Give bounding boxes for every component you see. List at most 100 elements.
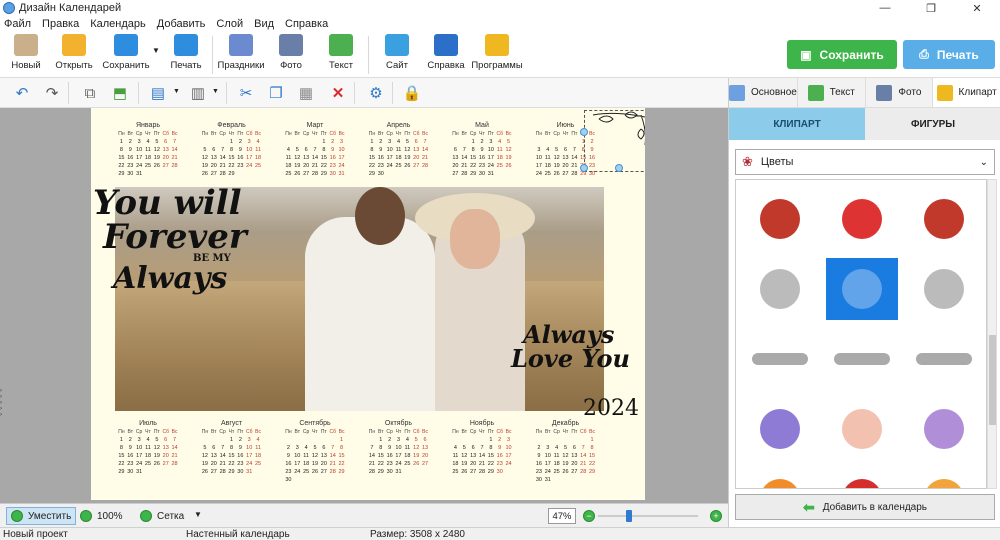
menu-file[interactable]: Файл: [4, 18, 31, 30]
minimize-button[interactable]: —: [862, 0, 908, 16]
menu-layer[interactable]: Слой: [216, 18, 243, 30]
menu-add[interactable]: Добавить: [157, 18, 206, 30]
save-button[interactable]: ▣ Сохранить: [787, 40, 897, 69]
holidays-button[interactable]: Праздники: [218, 34, 265, 74]
grid-dropdown-icon[interactable]: ▼: [194, 510, 202, 519]
resize-handle[interactable]: [615, 164, 623, 172]
weekday-label: Сб: [412, 131, 420, 137]
weekday-label: Пн: [368, 131, 376, 137]
redo-icon[interactable]: ↷: [42, 83, 62, 103]
script-text-always-love-you[interactable]: Always Love You: [511, 323, 641, 371]
day-number: 8: [229, 445, 234, 451]
calendar-canvas[interactable]: Январь Пн Вт Ср Чт Пт Сб Вс 1 2 3 4 5 6 7 8 9 10 11 12 13 14 1…: [91, 108, 645, 500]
clipart-item[interactable]: [744, 398, 816, 460]
clipart-item[interactable]: [826, 188, 898, 250]
clipart-item[interactable]: [908, 258, 980, 320]
clipart-item[interactable]: [826, 258, 898, 320]
day-number: 14: [580, 453, 587, 459]
menu-view[interactable]: Вид: [254, 18, 274, 30]
selected-clipart-frame[interactable]: [584, 110, 645, 172]
script-text-forever[interactable]: You will Forever BE MY Always: [93, 186, 253, 294]
month-days-grid: ПнВтСрЧтПтСбВс12345678910111213141516171…: [117, 429, 179, 475]
month-block: Май Пн Вт Ср Чт Пт Сб Вс 1 2 3 4 5 6 7 8 9 10 11 12 13 14 15 16…: [451, 122, 513, 177]
day-number: 19: [153, 453, 160, 459]
print-toolbar-button[interactable]: Печать: [164, 34, 208, 74]
maximize-button[interactable]: ❐: [908, 0, 954, 16]
clipart-item[interactable]: [744, 468, 816, 488]
day-number: 25: [553, 469, 560, 475]
zoom-input[interactable]: 47%: [548, 508, 576, 524]
collapse-handle-icon[interactable]: › › › › ›: [0, 388, 6, 418]
layer-back-icon[interactable]: ⧉: [80, 83, 100, 103]
clipart-subtabs: КЛИПАРТ ФИГУРЫ: [729, 108, 1000, 140]
lock-icon[interactable]: 🔒: [402, 83, 422, 103]
help-button[interactable]: Справка: [424, 34, 468, 74]
zoom-out-icon[interactable]: −: [583, 510, 595, 522]
menu-edit[interactable]: Правка: [42, 18, 79, 30]
day-number: 4: [256, 437, 260, 443]
layer-front-icon[interactable]: ⬒: [110, 83, 130, 103]
text-button[interactable]: Текст: [319, 34, 363, 74]
day-number: 7: [462, 147, 466, 153]
delete-icon[interactable]: ✕: [328, 83, 348, 103]
menu-calendar[interactable]: Календарь: [90, 18, 146, 30]
category-select[interactable]: ❀ Цветы ⌄: [735, 149, 995, 175]
tab-clipart[interactable]: Клипарт: [933, 78, 1000, 107]
clipart-item[interactable]: [826, 328, 898, 390]
save-dropdown-arrow-icon[interactable]: ▼: [152, 46, 160, 55]
day-number: 6: [423, 437, 427, 443]
align-icon[interactable]: ▤: [148, 83, 168, 103]
programs-button[interactable]: Программы: [471, 34, 523, 74]
day-number: 16: [478, 155, 486, 161]
cut-icon[interactable]: ✂: [236, 83, 256, 103]
zoom-slider-thumb[interactable]: [626, 510, 633, 522]
clipart-item[interactable]: [744, 328, 816, 390]
clipart-item[interactable]: [826, 468, 898, 488]
properties-icon[interactable]: ⚙: [366, 83, 386, 103]
tab-text[interactable]: Текст: [798, 78, 866, 107]
photo-button[interactable]: Фото: [269, 34, 313, 74]
day-number: 26: [201, 469, 208, 475]
gallery-scrollbar[interactable]: [987, 179, 997, 489]
new-button[interactable]: Новый: [4, 34, 48, 74]
open-button[interactable]: Открыть: [52, 34, 96, 74]
day-number: 17: [487, 155, 494, 161]
clipart-item[interactable]: [908, 398, 980, 460]
scrollbar-thumb[interactable]: [989, 335, 996, 425]
resize-handle[interactable]: [580, 164, 588, 172]
clipart-item[interactable]: [908, 468, 980, 488]
fit-button[interactable]: Уместить: [6, 507, 77, 525]
clipart-item[interactable]: [744, 258, 816, 320]
day-number: 15: [368, 155, 375, 161]
day-number: 13: [303, 155, 310, 161]
subtab-clipart[interactable]: КЛИПАРТ: [729, 108, 865, 140]
save-toolbar-button[interactable]: Сохранить: [102, 34, 150, 74]
day-number: 2: [379, 139, 383, 145]
site-button[interactable]: Сайт: [375, 34, 419, 74]
align-dropdown-icon[interactable]: ▼: [173, 88, 180, 95]
clipart-item[interactable]: [826, 398, 898, 460]
zoom-slider-track[interactable]: [598, 515, 698, 517]
paste-icon[interactable]: ▦: [296, 83, 316, 103]
undo-icon[interactable]: ↶: [12, 83, 32, 103]
weekday-label: Чт: [395, 131, 402, 137]
day-number: 2: [128, 437, 132, 443]
copy-icon[interactable]: ❐: [266, 83, 286, 103]
clipart-item[interactable]: [744, 188, 816, 250]
year-label[interactable]: 2024: [583, 396, 639, 421]
add-to-calendar-button[interactable]: ⬅ Добавить в календарь: [735, 494, 995, 520]
zoom-in-icon[interactable]: +: [710, 510, 722, 522]
clipart-item[interactable]: [908, 328, 980, 390]
zoom-100-button[interactable]: 100%: [76, 507, 127, 525]
close-button[interactable]: ✕: [954, 0, 1000, 16]
menu-help[interactable]: Справка: [285, 18, 328, 30]
print-button[interactable]: ⎙ Печать: [903, 40, 995, 69]
tab-basic[interactable]: Основное: [729, 78, 798, 107]
distribute-dropdown-icon[interactable]: ▼: [212, 88, 219, 95]
resize-handle[interactable]: [580, 128, 588, 136]
distribute-icon[interactable]: ▥: [188, 83, 208, 103]
grid-button[interactable]: Сетка: [136, 507, 188, 525]
tab-photo[interactable]: Фото: [866, 78, 934, 107]
clipart-item[interactable]: [908, 188, 980, 250]
subtab-shapes[interactable]: ФИГУРЫ: [865, 108, 1000, 140]
